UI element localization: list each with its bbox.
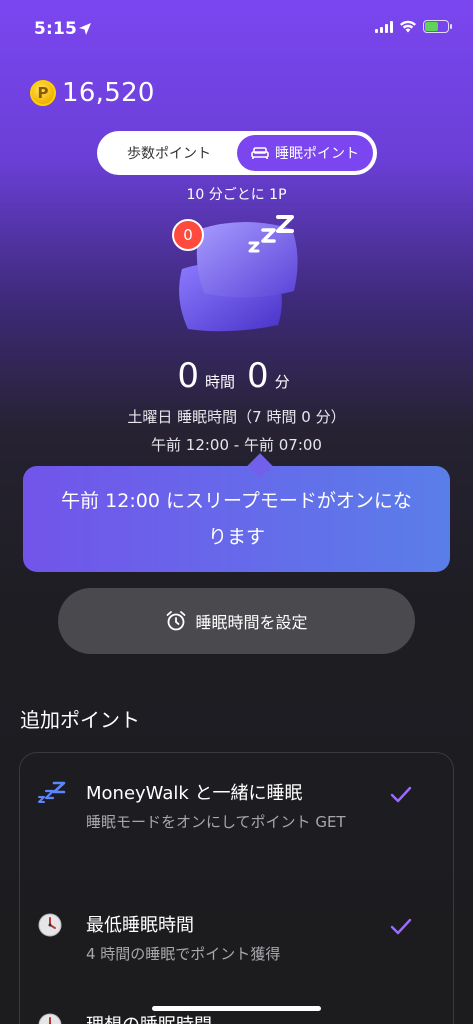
zzz-icon — [38, 781, 66, 803]
tab-step-points-label: 歩数ポイント — [127, 146, 211, 162]
schedule-range: 午前 12:00 - 午前 07:00 — [151, 436, 322, 454]
sleep-hours-unit: 時間 — [204, 373, 235, 391]
sleep-minutes-unit: 分 — [274, 373, 290, 391]
status-time: 5:15 — [34, 19, 78, 39]
pillow-badge: 0 — [172, 219, 204, 251]
clock-icon — [38, 913, 62, 937]
item-title: MoneyWalk と一緒に睡眠 — [86, 783, 303, 804]
additional-points-title: 追加ポイント — [20, 708, 140, 732]
battery-icon — [423, 20, 452, 33]
rate-text: 10 分ごとに 1P — [186, 187, 287, 203]
set-sleep-time-label: 睡眠時間を設定 — [195, 613, 308, 632]
tab-step-points[interactable]: 歩数ポイント — [101, 135, 237, 171]
item-desc: 睡眠モードをオンにしてポイント GET — [86, 813, 346, 831]
points-value: 16,520 — [62, 78, 155, 108]
item-title: 最低睡眠時間 — [86, 915, 194, 936]
mode-toggle: 歩数ポイント 睡眠ポイント — [97, 131, 377, 175]
sleep-mode-tooltip: 午前 12:00 にスリープモードがオンになります — [23, 466, 450, 572]
additional-points-card: MoneyWalk と一緒に睡眠 睡眠モードをオンにしてポイント GET 最低睡… — [19, 752, 454, 1024]
check-icon — [390, 918, 412, 935]
item-title: 理想の睡眠時間 — [86, 1011, 212, 1024]
tab-sleep-points[interactable]: 睡眠ポイント — [237, 135, 373, 171]
sleep-duration: 0 時間 0 分 — [0, 356, 473, 396]
location-arrow-icon — [79, 23, 91, 35]
zzz-icon — [248, 215, 294, 253]
pillow-illustration: 0 — [160, 207, 310, 337]
sleep-hours: 0 — [177, 356, 199, 396]
bed-icon — [251, 147, 269, 159]
tab-sleep-points-label: 睡眠ポイント — [275, 146, 359, 162]
points-balance: P 16,520 — [30, 78, 155, 108]
set-sleep-time-button[interactable]: 睡眠時間を設定 — [58, 588, 415, 654]
alarm-clock-icon — [167, 611, 186, 631]
clock-icon — [38, 1013, 62, 1024]
wifi-icon — [400, 20, 416, 33]
item-desc: 4 時間の睡眠でポイント獲得 — [86, 945, 281, 963]
tooltip-text: 午前 12:00 にスリープモードがオンになります — [61, 490, 412, 548]
coin-icon: P — [30, 80, 56, 106]
sleep-minutes: 0 — [247, 356, 269, 396]
schedule-day: 土曜日 睡眠時間（7 時間 0 分） — [127, 408, 346, 426]
home-indicator[interactable] — [152, 1006, 321, 1011]
cellular-signal-icon — [375, 20, 393, 33]
check-icon — [390, 786, 412, 803]
status-bar: 5:15 — [0, 0, 473, 54]
